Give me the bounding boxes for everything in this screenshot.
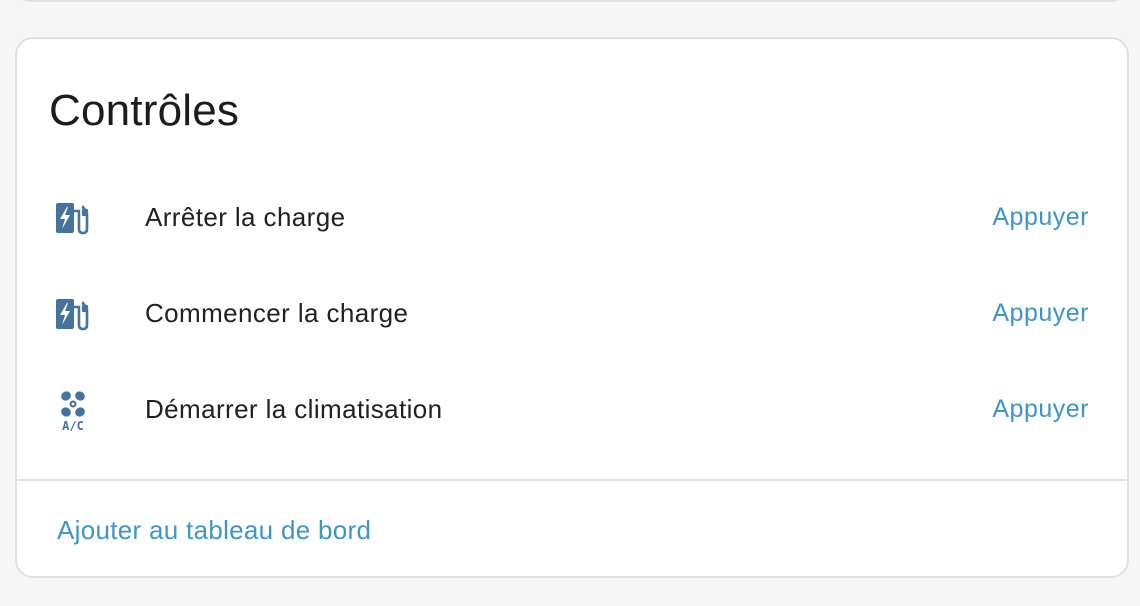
control-row-stop-charge: Arrêter la charge Appuyer — [17, 169, 1127, 265]
add-to-dashboard-link[interactable]: Ajouter au tableau de bord — [57, 513, 371, 547]
ev-station-icon — [53, 295, 93, 335]
control-row-start-charge: Commencer la charge Appuyer — [17, 265, 1127, 361]
ac-icon-text: A/C — [62, 419, 84, 431]
card-divider — [17, 479, 1127, 481]
control-label: Commencer la charge — [145, 298, 409, 328]
air-conditioner-icon: A/C — [53, 391, 93, 433]
press-button[interactable]: Appuyer — [992, 200, 1089, 234]
card-title: Contrôles — [49, 86, 240, 135]
previous-card — [15, 0, 1127, 2]
control-label: Arrêter la charge — [145, 202, 346, 232]
control-label: Démarrer la climatisation — [145, 394, 443, 424]
press-button[interactable]: Appuyer — [992, 392, 1089, 426]
controls-card: Contrôles Arrêter la charge Appuyer Comm… — [15, 37, 1129, 578]
ev-station-icon — [53, 199, 93, 239]
press-button[interactable]: Appuyer — [992, 296, 1089, 330]
control-row-start-ac: A/C Démarrer la climatisation Appuyer — [17, 361, 1127, 457]
